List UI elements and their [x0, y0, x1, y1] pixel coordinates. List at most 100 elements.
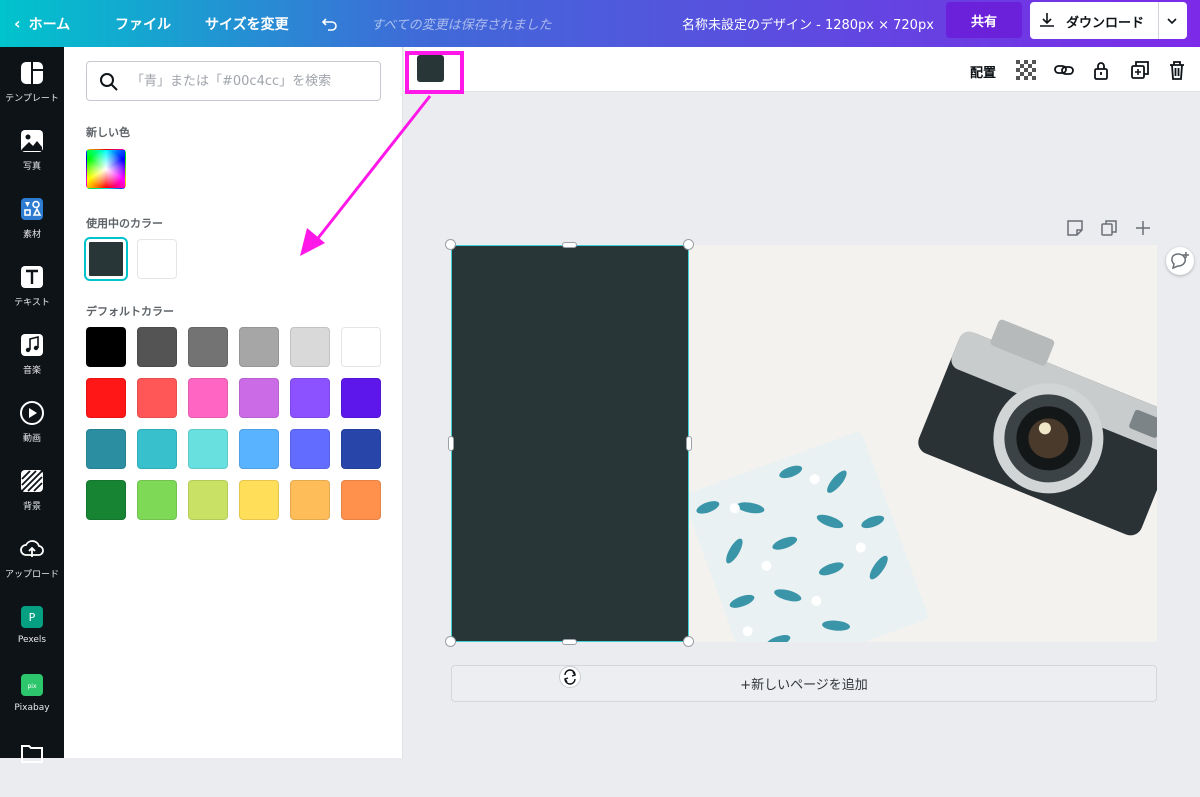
- svg-text:pix: pix: [27, 683, 36, 690]
- home-label: ホーム: [28, 16, 71, 33]
- color-search[interactable]: [86, 61, 381, 101]
- new-color-label: 新しい色: [86, 126, 130, 139]
- new-color-swatch[interactable]: [86, 149, 126, 189]
- default-color-swatch[interactable]: [86, 480, 126, 520]
- sidebar-item-label: アップロード: [4, 570, 59, 580]
- sidebar-item-upload[interactable]: アップロード: [0, 529, 64, 593]
- resize-handle-top-right[interactable]: [683, 239, 694, 250]
- sidebar-item-label: 写真: [22, 162, 41, 172]
- resize-handle-bottom-left[interactable]: [445, 636, 456, 647]
- divider: [1158, 2, 1159, 39]
- template-icon: [21, 62, 43, 84]
- sidebar-item-music[interactable]: 音楽: [0, 325, 64, 389]
- side-nav: テンプレート 写真 素材 テキスト 音楽 動画 背景 アップロード P Pexe…: [0, 47, 64, 763]
- sidebar-item-elements[interactable]: 素材: [0, 189, 64, 253]
- color-search-input[interactable]: [131, 71, 371, 91]
- arrange-button[interactable]: 配置: [970, 62, 996, 81]
- add-comment-button[interactable]: [1166, 247, 1194, 275]
- sidebar-item-label: Pixabay: [14, 703, 50, 713]
- background-icon: [21, 470, 43, 492]
- selected-rectangle[interactable]: [451, 245, 689, 642]
- default-color-swatch[interactable]: [137, 378, 177, 418]
- default-color-swatch[interactable]: [188, 429, 228, 469]
- sidebar-item-folder[interactable]: [0, 733, 64, 797]
- undo-button[interactable]: [320, 0, 340, 47]
- add-page-button[interactable]: +新しいページを追加: [451, 665, 1157, 702]
- elements-icon: [21, 198, 43, 220]
- sidebar-item-templates[interactable]: テンプレート: [0, 53, 64, 117]
- resize-handle-bottom[interactable]: [562, 639, 577, 645]
- download-icon: [1040, 13, 1054, 27]
- default-color-swatch[interactable]: [341, 429, 381, 469]
- add-page-icon[interactable]: [1134, 219, 1152, 237]
- in-use-color-swatch[interactable]: [137, 239, 177, 279]
- undo-icon: [321, 17, 337, 31]
- link-icon[interactable]: [1054, 60, 1074, 80]
- default-color-swatch[interactable]: [137, 327, 177, 367]
- trash-icon[interactable]: [1167, 60, 1187, 80]
- default-colors-label: デフォルトカラー: [86, 305, 174, 318]
- sidebar-item-text[interactable]: テキスト: [0, 257, 64, 321]
- default-color-swatch[interactable]: [137, 429, 177, 469]
- sidebar-item-label: 動画: [22, 434, 41, 444]
- resize-menu[interactable]: サイズを変更: [205, 0, 289, 47]
- default-color-swatch[interactable]: [239, 480, 279, 520]
- default-color-swatch[interactable]: [290, 378, 330, 418]
- default-color-swatch[interactable]: [290, 327, 330, 367]
- download-button[interactable]: ダウンロード: [1030, 2, 1187, 39]
- default-color-swatch[interactable]: [290, 429, 330, 469]
- share-button[interactable]: 共有: [946, 2, 1022, 38]
- sidebar-item-label: 背景: [22, 502, 41, 512]
- copy-page-icon[interactable]: [1100, 219, 1118, 237]
- default-color-swatch[interactable]: [137, 480, 177, 520]
- home-button[interactable]: ‹ ホーム: [14, 0, 70, 47]
- rotate-handle[interactable]: [559, 666, 581, 688]
- in-use-color-swatch[interactable]: [84, 237, 128, 281]
- default-color-swatch[interactable]: [188, 480, 228, 520]
- svg-text:P: P: [29, 611, 36, 624]
- default-color-swatch[interactable]: [239, 429, 279, 469]
- note-icon[interactable]: [1066, 219, 1084, 237]
- sidebar-item-pexels[interactable]: P Pexels: [0, 597, 64, 661]
- default-color-swatch[interactable]: [341, 327, 381, 367]
- sidebar-item-pixabay[interactable]: pix Pixabay: [0, 665, 64, 729]
- sidebar-item-photos[interactable]: 写真: [0, 121, 64, 185]
- search-icon: [100, 73, 118, 91]
- design-title[interactable]: 名称未設定のデザイン - 1280px × 720px: [682, 0, 934, 47]
- default-color-swatch[interactable]: [188, 327, 228, 367]
- lock-icon[interactable]: [1091, 60, 1111, 80]
- default-color-swatch[interactable]: [86, 429, 126, 469]
- text-icon: [21, 266, 43, 288]
- sidebar-item-label: テキスト: [14, 298, 50, 308]
- default-color-swatch[interactable]: [86, 327, 126, 367]
- default-color-swatch[interactable]: [86, 378, 126, 418]
- sidebar-item-video[interactable]: 動画: [0, 393, 64, 457]
- music-icon: [21, 334, 43, 356]
- default-color-swatch[interactable]: [239, 327, 279, 367]
- default-color-swatch[interactable]: [341, 378, 381, 418]
- sidebar-item-background[interactable]: 背景: [0, 461, 64, 525]
- sidebar-item-label: テンプレート: [5, 94, 59, 104]
- color-panel: 新しい色 使用中のカラー デフォルトカラー: [64, 47, 403, 758]
- resize-handle-left[interactable]: [448, 436, 454, 451]
- resize-handle-right[interactable]: [686, 436, 692, 451]
- sidebar-item-label: 素材: [22, 230, 41, 240]
- folder-icon: [21, 745, 43, 763]
- default-color-swatch[interactable]: [188, 378, 228, 418]
- default-color-swatch[interactable]: [290, 480, 330, 520]
- resize-handle-top-left[interactable]: [445, 239, 456, 250]
- chevron-down-icon[interactable]: [1165, 14, 1179, 28]
- pexels-icon: P: [21, 606, 43, 628]
- default-color-swatch[interactable]: [239, 378, 279, 418]
- transparency-icon[interactable]: [1016, 60, 1036, 80]
- highlight-box: [405, 51, 464, 94]
- chevron-left-icon: ‹: [14, 14, 21, 33]
- resize-handle-top[interactable]: [562, 242, 577, 248]
- pixabay-icon: pix: [21, 674, 43, 696]
- top-bar: ‹ ホーム ファイル サイズを変更 すべての変更は保存されました 名称未設定のデ…: [0, 0, 1200, 47]
- resize-handle-bottom-right[interactable]: [683, 636, 694, 647]
- photo-icon: [21, 130, 43, 152]
- file-menu[interactable]: ファイル: [115, 0, 171, 47]
- default-color-swatch[interactable]: [341, 480, 381, 520]
- duplicate-icon[interactable]: [1130, 60, 1150, 80]
